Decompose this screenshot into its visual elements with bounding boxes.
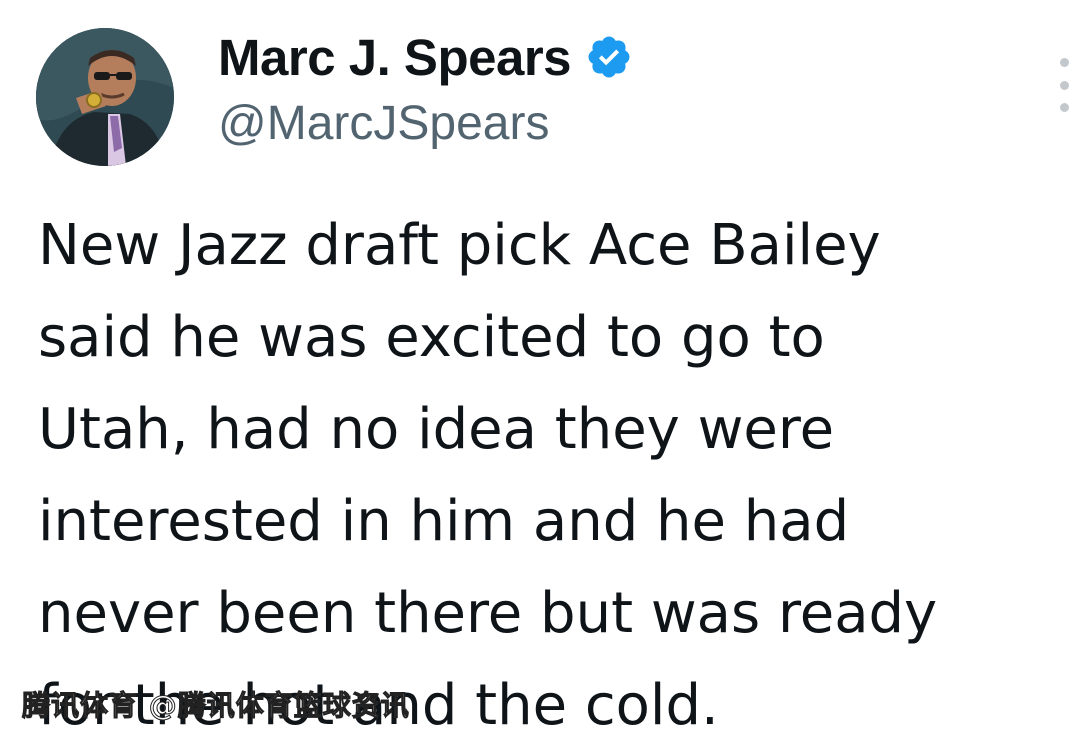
author-display-name[interactable]: Marc J. Spears <box>218 28 572 87</box>
author-handle[interactable]: @MarcJSpears <box>218 96 549 151</box>
more-dots-icon[interactable] <box>1052 58 1076 112</box>
tweet-text-line: never been there but was ready <box>38 581 938 646</box>
tweet-text-line: interested in him and he had <box>38 489 850 554</box>
tweet-text-line: New Jazz draft pick Ace Bailey <box>38 213 881 278</box>
watermark: 腾讯体育 @腾讯体育篮球资讯 <box>22 689 410 723</box>
tweet-text-line: Utah, had no idea they were <box>38 397 835 462</box>
more-dot <box>1059 58 1069 67</box>
more-dot <box>1059 103 1069 112</box>
avatar[interactable]: SAB <box>36 28 174 166</box>
more-dot <box>1059 80 1069 90</box>
tweet-card: SAB Marc J. Spears @MarcJSpears New Jazz… <box>0 0 1080 739</box>
tweet-text-line: said he was excited to go to <box>38 305 825 370</box>
svg-text:SAB: SAB <box>42 146 56 154</box>
author-name-row: Marc J. Spears <box>218 26 633 88</box>
avatar-photo: SAB <box>36 28 174 166</box>
tweet-text: New Jazz draft pick Ace Bailey said he w… <box>38 200 1068 739</box>
verified-badge-icon <box>588 36 630 78</box>
